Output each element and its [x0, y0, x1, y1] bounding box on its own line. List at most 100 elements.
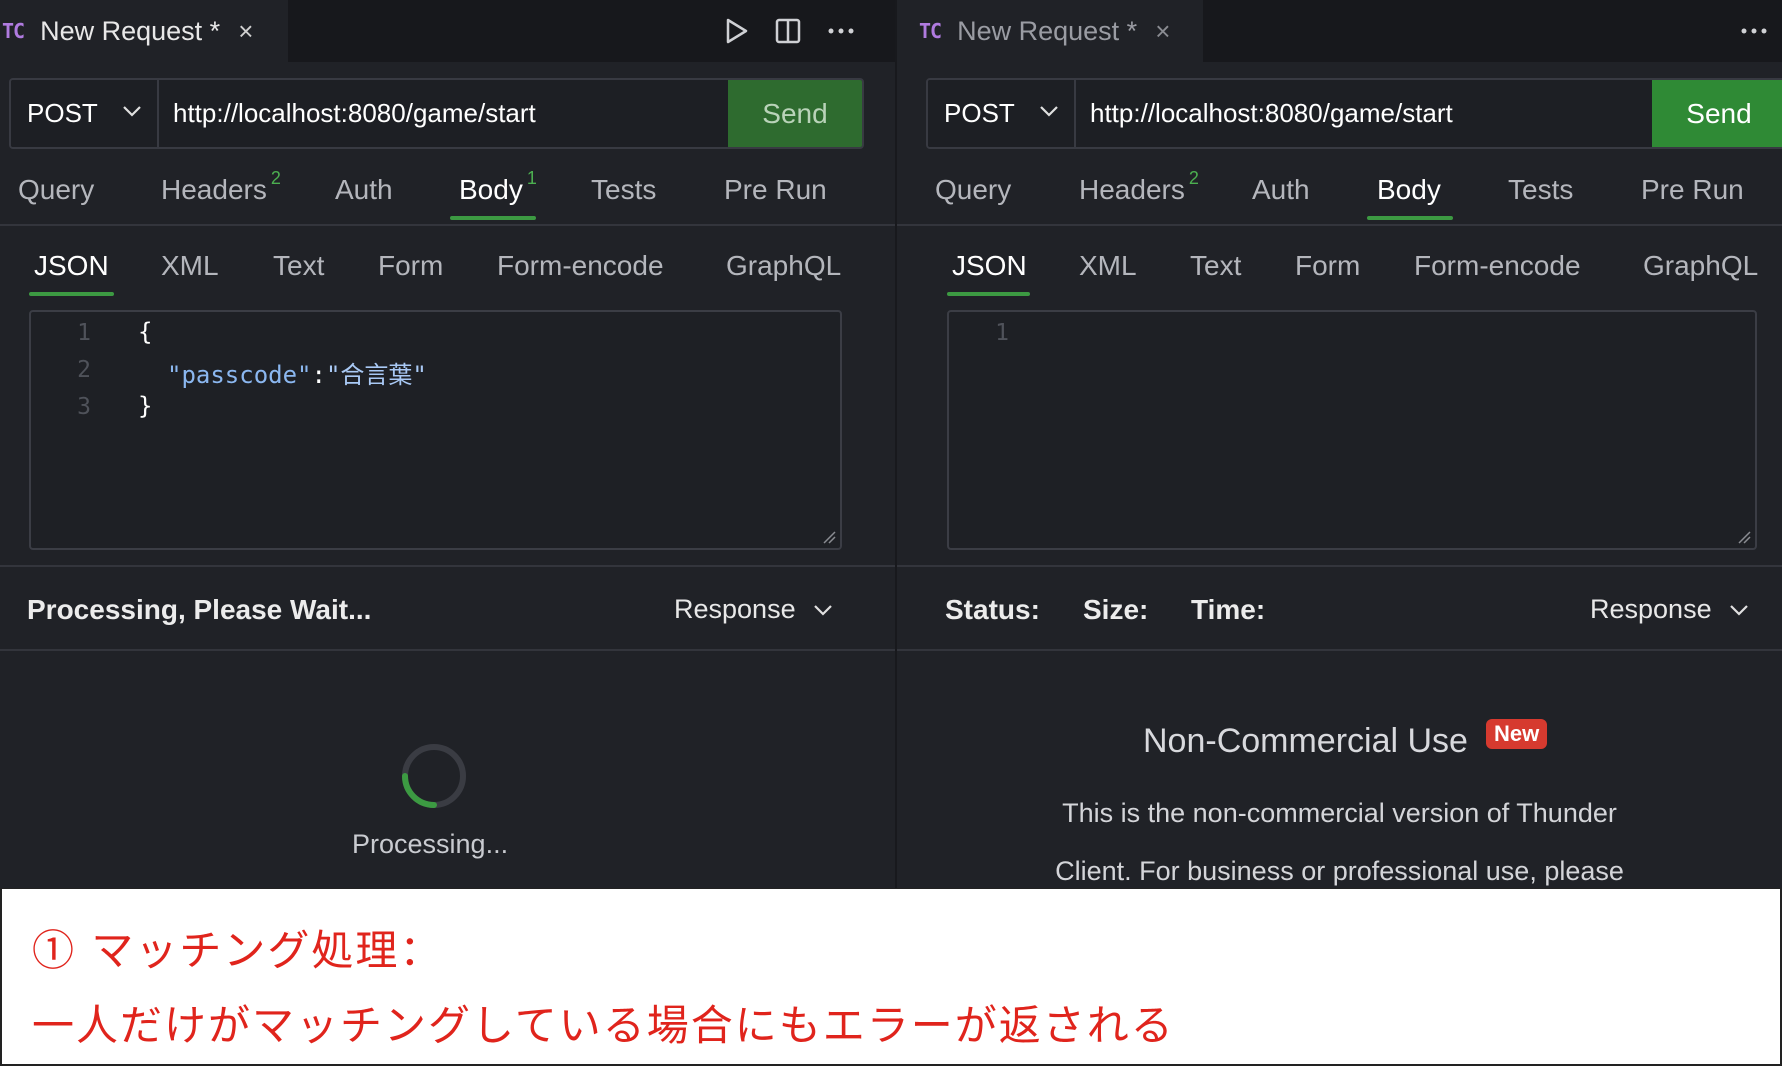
more-actions-icon[interactable] — [826, 17, 856, 45]
right-status-bar: Status: Size: Time: Response — [897, 566, 1782, 650]
thunder-client-logo-icon: TC — [2, 19, 25, 43]
left-status-bar: Processing, Please Wait... Response — [0, 566, 895, 650]
notice-line-1: This is the non-commercial version of Th… — [1062, 798, 1617, 828]
play-icon[interactable] — [724, 17, 750, 45]
screenshot-area: TC New Request * × POST http://localhost… — [0, 0, 1782, 888]
new-badge: New — [1486, 719, 1548, 749]
body-type-text[interactable]: Text — [1190, 250, 1241, 282]
body-type-xml[interactable]: XML — [161, 250, 219, 282]
body-count-badge: 1 — [526, 168, 537, 188]
body-type-form-encode[interactable]: Form-encode — [497, 250, 664, 282]
left-section-tabs: Query Headers 2 Auth Body 1 Tests Pre Run — [0, 160, 895, 224]
tab-tests[interactable]: Tests — [591, 174, 656, 206]
body-type-json[interactable]: JSON — [952, 250, 1027, 282]
caption-heading: ① マッチング処理： — [32, 926, 444, 975]
chevron-down-icon — [121, 104, 143, 123]
send-button[interactable]: Send — [728, 80, 862, 147]
left-body-type-tabs: JSON XML Text Form Form-encode GraphQL — [0, 236, 895, 300]
tab-body[interactable]: Body — [1377, 174, 1441, 206]
body-type-text[interactable]: Text — [273, 250, 324, 282]
left-request-pane: TC New Request * × POST http://localhost… — [0, 0, 895, 888]
method-value: POST — [27, 98, 98, 128]
non-commercial-title: Non-Commercial Use — [1143, 722, 1468, 760]
tab-headers-label: Headers — [1079, 174, 1185, 205]
right-body-type-tabs: JSON XML Text Form Form-encode GraphQL — [897, 236, 1782, 300]
body-type-form[interactable]: Form — [378, 250, 443, 282]
tab-headers[interactable]: Headers 2 — [1079, 168, 1199, 206]
tab-pre-run[interactable]: Pre Run — [724, 174, 827, 206]
status-divider — [897, 649, 1782, 651]
method-select[interactable]: POST — [928, 80, 1076, 147]
resize-grip-icon[interactable] — [1737, 530, 1751, 544]
code-line-close-brace: } — [138, 392, 153, 420]
size-label: Size: — [1083, 594, 1149, 625]
chevron-down-icon — [813, 604, 832, 616]
active-tab-underline — [1367, 216, 1453, 220]
close-tab-icon[interactable]: × — [238, 16, 253, 47]
section-divider — [897, 224, 1782, 226]
left-request-tab[interactable]: TC New Request * × — [0, 0, 288, 62]
right-tab-strip: TC New Request * × — [897, 0, 1782, 62]
status-label: Status: — [945, 594, 1040, 625]
tab-body-label: Body — [459, 174, 523, 205]
headers-count-badge: 2 — [270, 168, 281, 188]
tab-pre-run[interactable]: Pre Run — [1641, 174, 1744, 206]
time-label: Time: — [1191, 594, 1266, 625]
right-section-tabs: Query Headers 2 Auth Body Tests Pre Run — [897, 160, 1782, 224]
response-dropdown[interactable]: Response — [674, 594, 834, 625]
resize-grip-icon[interactable] — [822, 530, 836, 544]
processing-label: Processing... — [352, 829, 509, 859]
url-input[interactable]: http://localhost:8080/game/start — [159, 80, 728, 147]
json-body-editor[interactable]: 1 — [947, 310, 1757, 550]
tab-query[interactable]: Query — [935, 174, 1011, 206]
tab-headers-label: Headers — [161, 174, 267, 205]
line-number: 1 — [77, 320, 91, 346]
body-type-xml[interactable]: XML — [1079, 250, 1137, 282]
notice-line-2: Client. For business or professional use… — [1055, 856, 1624, 886]
method-select[interactable]: POST — [11, 80, 159, 147]
tab-body[interactable]: Body 1 — [459, 168, 537, 206]
url-input[interactable]: http://localhost:8080/game/start — [1076, 80, 1652, 147]
active-tab-underline — [450, 216, 536, 220]
tab-headers[interactable]: Headers 2 — [161, 168, 281, 206]
loading-spinner-icon — [402, 744, 466, 808]
close-tab-icon[interactable]: × — [1155, 16, 1170, 47]
caption-box: ① マッチング処理： 一人だけがマッチングしている場合にもエラーが返される — [0, 888, 1782, 1066]
send-button[interactable]: Send — [1652, 80, 1782, 147]
right-tab-actions — [1715, 0, 1769, 62]
body-type-graphql[interactable]: GraphQL — [726, 250, 841, 282]
more-actions-icon[interactable] — [1739, 17, 1769, 45]
right-request-tab[interactable]: TC New Request * × — [897, 0, 1203, 62]
status-divider — [0, 649, 895, 651]
tab-query[interactable]: Query — [18, 174, 94, 206]
response-label: Response — [1590, 594, 1712, 624]
tab-title: New Request * — [40, 15, 221, 46]
body-type-form[interactable]: Form — [1295, 250, 1360, 282]
json-value: "合言葉" — [325, 361, 427, 389]
split-editor-icon[interactable] — [774, 17, 802, 45]
tab-auth[interactable]: Auth — [335, 174, 393, 206]
json-key: "passcode" — [167, 361, 312, 389]
method-value: POST — [944, 98, 1015, 128]
code-line-open-brace: { — [138, 318, 153, 346]
chevron-down-icon — [1729, 604, 1748, 616]
caption-description: 一人だけがマッチングしている場合にもエラーが返される — [32, 1001, 1175, 1050]
line-number: 1 — [995, 320, 1009, 346]
tab-title: New Request * — [957, 15, 1138, 46]
active-body-type-underline — [947, 292, 1030, 296]
chevron-down-icon — [1038, 104, 1060, 123]
tab-auth[interactable]: Auth — [1252, 174, 1310, 206]
section-divider — [0, 224, 895, 226]
body-type-form-encode[interactable]: Form-encode — [1414, 250, 1581, 282]
code-line-passcode: "passcode":"合言葉" — [167, 355, 427, 390]
right-request-pane: TC New Request * × POST http://localhost… — [897, 0, 1782, 888]
response-dropdown[interactable]: Response — [1590, 594, 1750, 625]
body-type-json[interactable]: JSON — [34, 250, 109, 282]
tab-tests[interactable]: Tests — [1508, 174, 1573, 206]
response-label: Response — [674, 594, 796, 624]
body-type-graphql[interactable]: GraphQL — [1643, 250, 1758, 282]
line-number: 2 — [77, 357, 91, 383]
left-tab-strip: TC New Request * × — [0, 0, 895, 62]
json-colon: : — [311, 361, 326, 389]
json-body-editor[interactable]: 1 2 3 { "passcode":"合言葉" } — [29, 310, 842, 550]
